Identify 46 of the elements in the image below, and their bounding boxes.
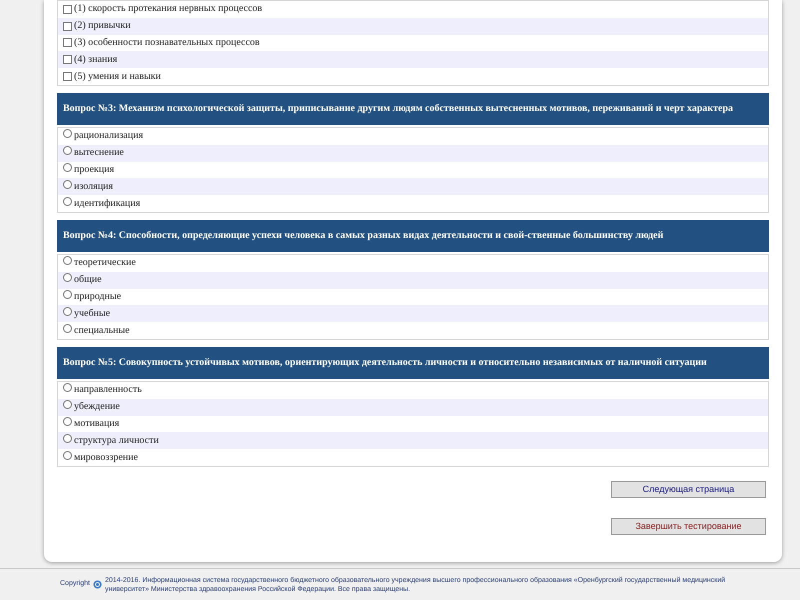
answer-option: идентификация [74,198,140,209]
finish-test-button[interactable]: Завершить тестирование [611,518,766,535]
copyright-icon [92,580,102,589]
radio-button[interactable] [63,290,72,299]
radio-button[interactable] [63,450,72,460]
radio-button[interactable] [63,400,72,410]
question-header: Вопрос №4: Способности, определяющие успехи человека в самых разных видах деятельности и свой-ственные большинству людей [57,220,769,252]
answer-option: (4) знания [74,54,118,65]
checkbox[interactable] [63,22,72,31]
checkbox[interactable] [63,72,72,82]
radio-button[interactable] [63,180,72,189]
checkbox[interactable] [63,4,72,14]
answer-option: (2) привычки [74,21,131,32]
question-header: Вопрос №3: Механизм психологической защиты, приписывание другим людям собственных вытесненных мотивов, переживаний и черт характера [57,92,769,125]
radio-button[interactable] [63,129,72,138]
answer-option: убеждение [74,402,120,412]
radio-button[interactable] [63,256,72,266]
answer-option: структура личности [74,436,159,446]
answer-option: общие [74,275,102,286]
answer-option: (5) умения и навыки [74,72,161,82]
answer-option: мотивация [74,418,120,429]
answer-option: мировоззрение [74,452,138,463]
answer-option: специальные [74,326,130,336]
answer-option: проекция [74,164,114,175]
radio-button[interactable] [63,146,72,156]
radio-button[interactable] [63,434,72,443]
answer-option: (1) скорость протекания нервных процессов [74,4,262,14]
answer-option: (3) особенности познавательных процессов [74,38,260,48]
answer-option: вытеснение [74,148,124,158]
radio-button[interactable] [63,306,72,316]
radio-button[interactable] [63,383,72,392]
checkbox[interactable] [63,38,72,48]
answer-option: природные [74,292,122,302]
question-header: Вопрос №5: Совокупность устойчивых мотивов, ориентирующих деятельность личности и относительно независимых от наличной ситуации [57,346,769,379]
answer-option: направленность [74,385,142,396]
radio-button[interactable] [63,273,72,282]
radio-button[interactable] [63,196,72,206]
answer-option: теоретические [74,258,136,268]
answer-option: учебные [74,308,110,319]
radio-button[interactable] [63,324,72,333]
next-page-button[interactable]: Следующая страница [611,480,766,498]
answer-option: рационализация [74,131,144,142]
radio-button[interactable] [63,416,72,426]
checkbox[interactable] [63,55,72,64]
radio-button[interactable] [63,162,72,172]
answer-option: изоляция [74,182,114,192]
